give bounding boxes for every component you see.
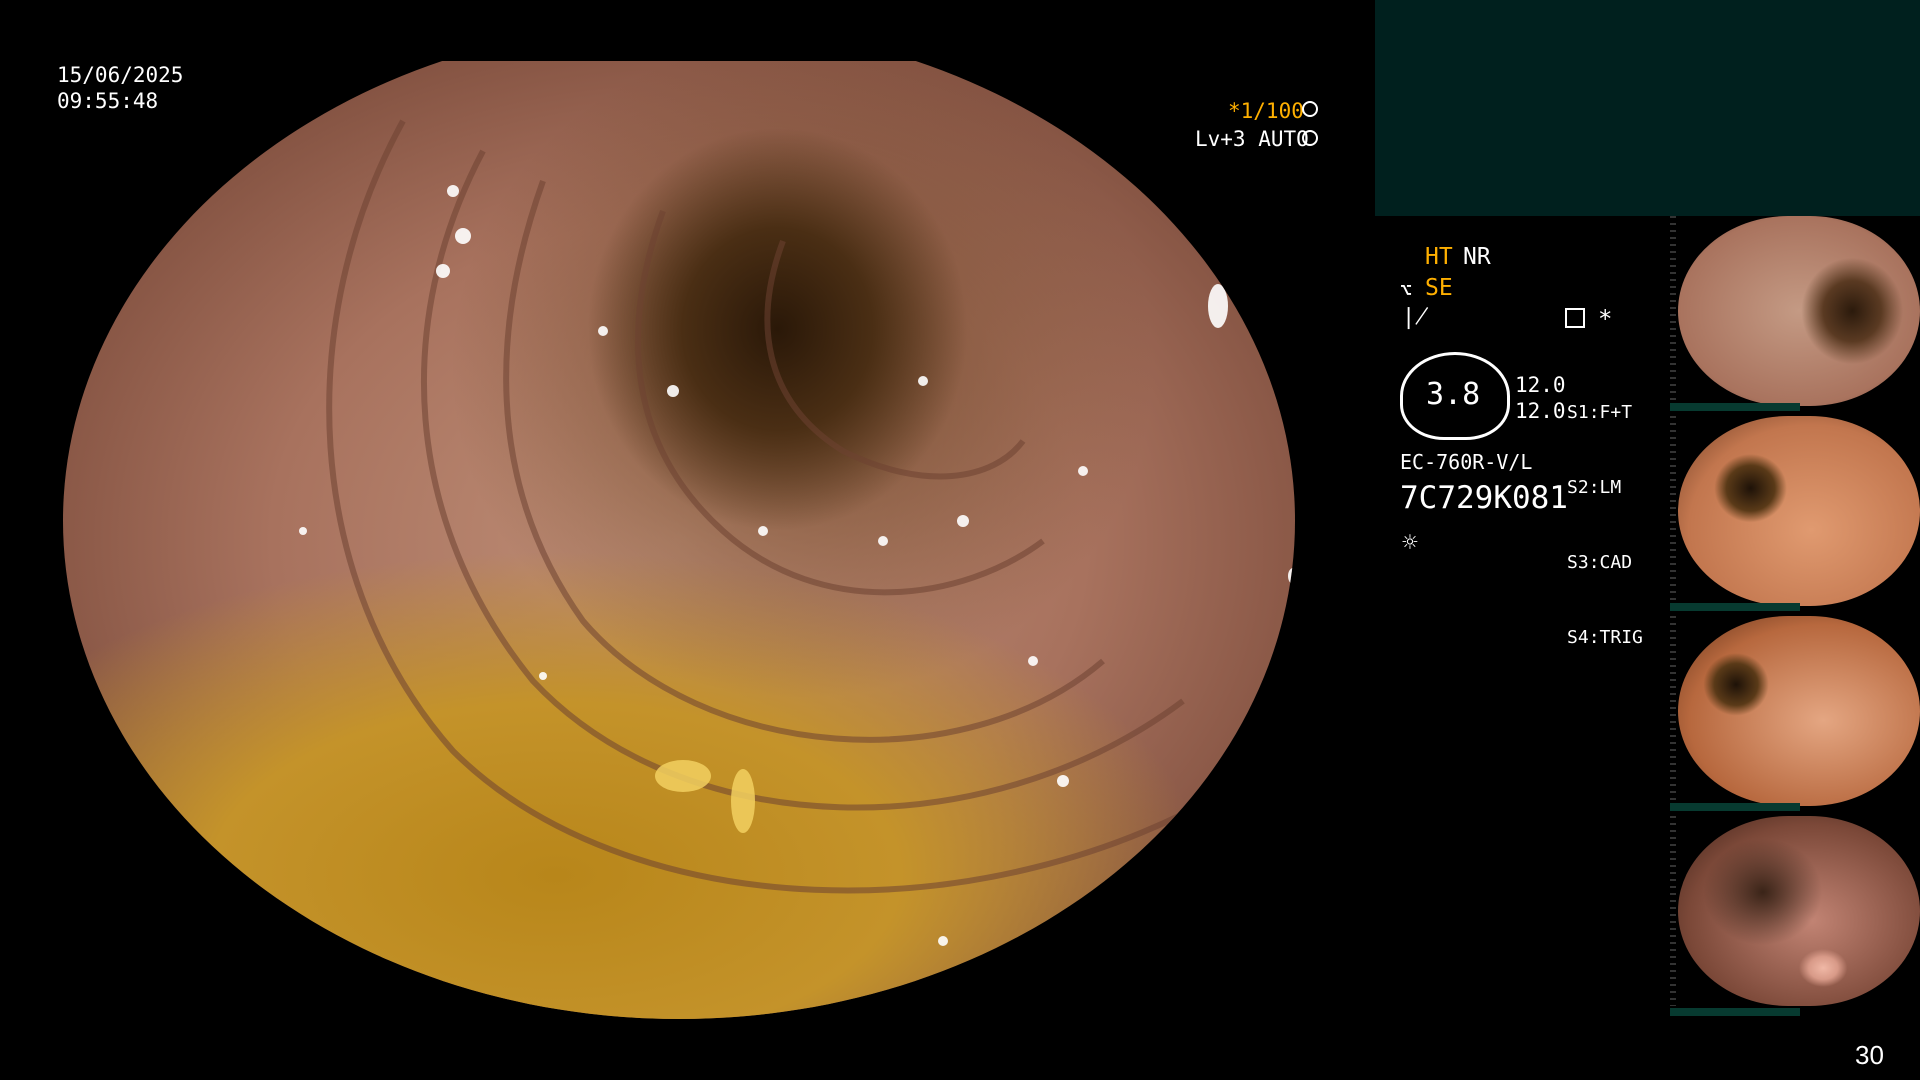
- se-label: SE: [1425, 275, 1453, 301]
- thumbnail-2[interactable]: [1670, 416, 1920, 611]
- shutter-label: *1/100: [1228, 99, 1304, 123]
- scope-model: EC-760R-V/L: [1400, 450, 1533, 474]
- aperture-icon: [1302, 130, 1318, 146]
- thumbnail-1[interactable]: [1670, 216, 1920, 411]
- memory-icon: [1565, 308, 1585, 328]
- switch-item: S1:F+T: [1567, 402, 1633, 423]
- info-box: [1375, 0, 1920, 216]
- serial-number: 7C729K081: [1400, 480, 1568, 516]
- thumbnail-4[interactable]: [1670, 816, 1920, 1016]
- switch-item: S3:CAD: [1567, 552, 1633, 573]
- endoscopy-view: [63, 61, 1295, 1019]
- switch-item: S2:LM: [1567, 477, 1622, 498]
- asterisk-label: *: [1598, 305, 1613, 333]
- fan-icon: [1302, 101, 1318, 117]
- date-label: 15/06/2025: [57, 63, 184, 87]
- switch-list: S1:F+T S2:LM S3:CAD S4:TRIG: [1567, 350, 1643, 675]
- ht-label: HT: [1425, 244, 1453, 270]
- value2-label: 12.0: [1515, 399, 1566, 423]
- tilde-icon: ∤: [1402, 305, 1429, 330]
- time-label: 09:55:48: [57, 89, 159, 113]
- mucosa-folds: [299, 119, 1295, 946]
- thumbnail-3[interactable]: [1670, 616, 1920, 811]
- page-number: 30: [1855, 1040, 1884, 1070]
- zoom-value: 3.8: [1426, 377, 1481, 412]
- scope-icon: ⌥: [1400, 278, 1413, 302]
- switch-item: S4:TRIG: [1567, 627, 1643, 648]
- nr-label: NR: [1463, 244, 1491, 270]
- level-label: Lv+3 AUTO: [1195, 127, 1309, 151]
- sun-icon: ☼: [1402, 528, 1418, 558]
- value1-label: 12.0: [1515, 373, 1566, 397]
